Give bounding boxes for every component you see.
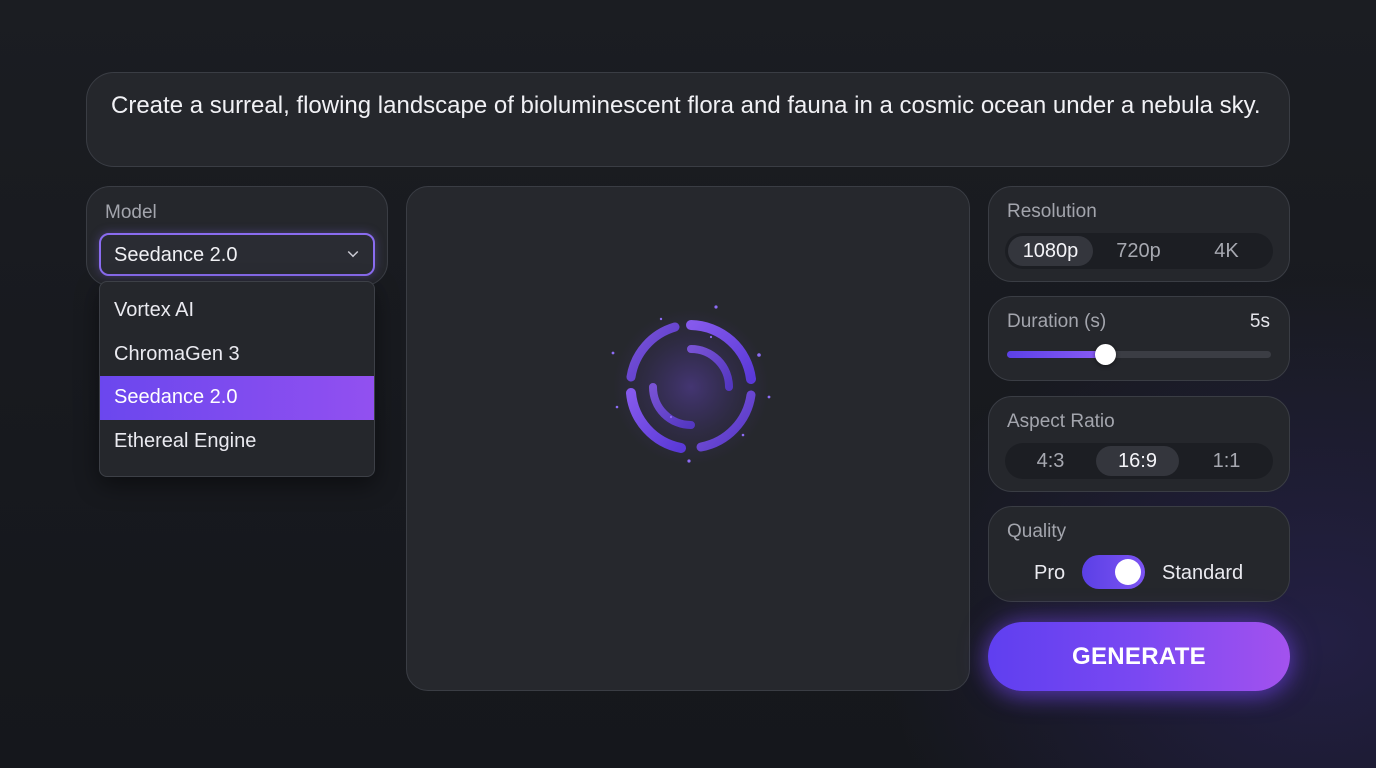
- duration-slider-fill: [1007, 351, 1105, 358]
- model-option-ethereal-engine[interactable]: Ethereal Engine: [100, 420, 374, 464]
- model-panel: Model Seedance 2.0: [86, 186, 388, 286]
- aspect-ratio-panel: Aspect Ratio 4:3 16:9 1:1: [988, 396, 1290, 492]
- quality-standard-label: Standard: [1162, 562, 1244, 584]
- resolution-option-1080p[interactable]: 1080p: [1008, 236, 1093, 266]
- resolution-option-720p[interactable]: 720p: [1096, 236, 1181, 266]
- duration-value: 5s: [1249, 311, 1270, 332]
- resolution-option-4k[interactable]: 4K: [1184, 236, 1269, 266]
- duration-label: Duration (s): [1007, 311, 1107, 332]
- duration-slider-thumb[interactable]: [1094, 344, 1116, 365]
- model-option-seedance-2[interactable]: Seedance 2.0: [100, 376, 374, 420]
- aspect-ratio-segmented-control: 4:3 16:9 1:1: [1005, 443, 1273, 479]
- aspect-ratio-option-16-9[interactable]: 16:9: [1096, 446, 1179, 476]
- model-select-value: Seedance 2.0: [114, 244, 238, 266]
- aspect-ratio-option-1-1[interactable]: 1:1: [1184, 446, 1269, 476]
- model-option-chromagen-3[interactable]: ChromaGen 3: [100, 333, 374, 377]
- resolution-label: Resolution: [1007, 201, 1097, 222]
- preview-canvas: [406, 186, 970, 691]
- aspect-ratio-label: Aspect Ratio: [1007, 411, 1115, 432]
- aspect-ratio-option-4-3[interactable]: 4:3: [1008, 446, 1093, 476]
- quality-pro-label: Pro: [1034, 562, 1066, 584]
- duration-slider[interactable]: [1007, 344, 1271, 365]
- spinner-icon: [611, 305, 771, 465]
- quality-panel: Quality Pro Standard: [988, 506, 1290, 602]
- model-label: Model: [105, 202, 157, 223]
- prompt-input[interactable]: Create a surreal, flowing landscape of b…: [86, 72, 1290, 167]
- resolution-segmented-control: 1080p 720p 4K: [1005, 233, 1273, 269]
- app-frame: Create a surreal, flowing landscape of b…: [0, 0, 1376, 768]
- model-select[interactable]: Seedance 2.0: [99, 233, 375, 276]
- quality-toggle[interactable]: [1082, 555, 1145, 589]
- resolution-panel: Resolution 1080p 720p 4K: [988, 186, 1290, 282]
- quality-label: Quality: [1007, 521, 1067, 542]
- chevron-down-icon: [347, 246, 359, 258]
- quality-toggle-knob: [1115, 559, 1141, 585]
- generate-button[interactable]: GENERATE: [988, 622, 1290, 691]
- model-option-vortex-ai[interactable]: Vortex AI: [100, 289, 374, 333]
- model-dropdown-menu: Vortex AI ChromaGen 3 Seedance 2.0 Ether…: [99, 281, 375, 477]
- duration-panel: Duration (s) 5s: [988, 296, 1290, 381]
